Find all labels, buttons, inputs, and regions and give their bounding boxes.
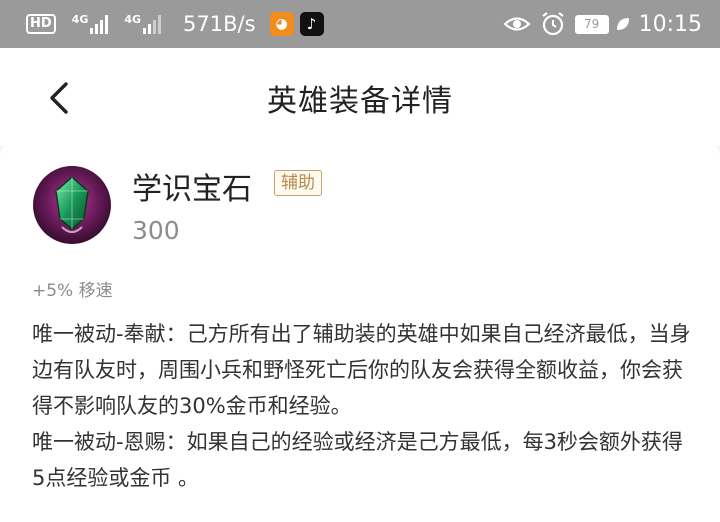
battery-icon: 79	[574, 14, 609, 34]
network-type-label: 4G	[71, 13, 89, 26]
app-header: 英雄装备详情	[0, 48, 720, 146]
item-attribute: +5% 移速	[32, 281, 113, 301]
signal-icon: 4G	[124, 14, 163, 34]
passive-effect-1: 唯一被动-奉献：己方所有出了辅助装的英雄中如果自己经济最低，当身边有队友时，周围…	[32, 322, 691, 418]
item-price: 300	[132, 216, 180, 245]
leaf-icon	[616, 18, 629, 30]
item-description: 唯一被动-奉献：己方所有出了辅助装的英雄中如果自己经济最低，当身边有队友时，周围…	[32, 316, 692, 496]
eye-icon	[502, 17, 531, 31]
item-detail-card: 学识宝石 辅助 300 +5% 移速 唯一被动-奉献：己方所有出了辅助装的英雄中…	[0, 142, 720, 522]
status-bar: HD 4G 4G 571B/s ◕ ♪ 79 10:15	[0, 0, 720, 48]
status-right: 79 10:15	[502, 10, 702, 38]
status-time: 10:15	[638, 11, 702, 37]
item-category-badge: 辅助	[274, 170, 322, 196]
network-speed: 571B/s	[183, 12, 256, 36]
hd-icon: HD	[26, 14, 56, 34]
tiktok-icon: ♪	[299, 12, 324, 36]
signal-icon: 4G	[72, 14, 111, 34]
network-type-label: 4G	[124, 13, 142, 26]
alarm-icon	[541, 12, 564, 36]
uc-browser-icon: ◕	[269, 12, 294, 36]
passive-effect-2: 唯一被动-恩赐：如果自己的经验或经济是己方最低，每3秒会额外获得5点经验或金币 …	[32, 430, 683, 490]
gem-item-icon	[33, 166, 111, 244]
page-title: 英雄装备详情	[267, 84, 453, 119]
item-name: 学识宝石	[132, 172, 252, 207]
status-left: HD 4G 4G 571B/s ◕ ♪	[26, 12, 324, 36]
